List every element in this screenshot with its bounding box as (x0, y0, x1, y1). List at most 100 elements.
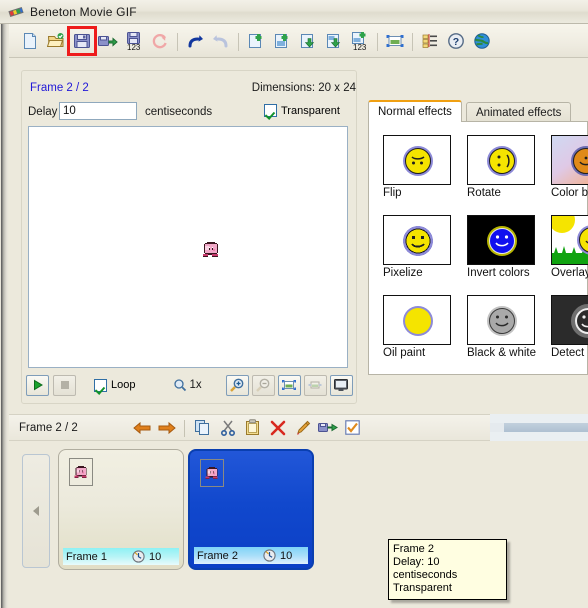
tab-label: Normal effects (378, 106, 452, 118)
open-file-button[interactable] (43, 28, 69, 54)
redo-arrow-icon (213, 34, 228, 47)
dimensions-label: Dimensions: 20 x 24 (251, 82, 356, 94)
cut-frame-button[interactable] (215, 417, 240, 439)
play-icon (33, 379, 43, 391)
properties-button[interactable] (417, 28, 443, 54)
image-plus-123-icon: 123 (352, 31, 367, 51)
next-frame-button[interactable] (154, 417, 179, 439)
save-as-button[interactable] (95, 28, 121, 54)
filmstrip-scroll-left-button[interactable] (22, 454, 50, 568)
globe-icon (474, 32, 490, 49)
resize-canvas-button[interactable] (382, 28, 408, 54)
scrollbar-thumb[interactable] (504, 423, 588, 432)
effect-label: Color b (551, 187, 588, 199)
effect-item-color-balance[interactable]: Color b (551, 135, 588, 199)
effect-label: Flip (383, 187, 402, 199)
filmstrip-frame-card[interactable]: Frame 2 10 (188, 449, 314, 570)
toolbar-separator-4 (408, 31, 417, 51)
effect-preview (551, 135, 588, 185)
tab-normal-effects[interactable]: Normal effects (368, 100, 462, 122)
website-button[interactable] (469, 28, 495, 54)
red-x-icon (270, 420, 285, 435)
frame-caption: Frame 2 10 (194, 547, 308, 564)
toolbar-separator-1 (173, 31, 182, 51)
filmstrip-frame-card[interactable]: Frame 1 10 (58, 449, 184, 570)
effect-item-black-white[interactable]: Black & white (467, 295, 537, 359)
frame-tooltip: Frame 2 Delay: 10 centiseconds Transpare… (388, 539, 507, 600)
fit-image-button[interactable] (277, 374, 301, 396)
effect-item-overlay[interactable]: Overlay (551, 215, 588, 279)
prev-frame-button[interactable] (129, 417, 154, 439)
transparent-checkbox[interactable] (264, 104, 277, 117)
preview-canvas[interactable] (28, 126, 348, 368)
delay-input[interactable] (59, 102, 137, 120)
effect-item-pixelize[interactable]: Pixelize (383, 215, 451, 279)
window-title: Beneton Movie GIF (30, 4, 137, 19)
tab-animated-effects[interactable]: Animated effects (465, 102, 572, 122)
save-file-button[interactable] (67, 25, 97, 56)
loop-checkbox[interactable] (94, 378, 107, 392)
insert-image-frame-button[interactable] (269, 28, 295, 54)
paste-frame-button[interactable] (240, 417, 265, 439)
export-frames-numbered-button[interactable]: 123 (347, 28, 373, 54)
window-left-edge (0, 0, 9, 608)
edit-frame-button[interactable] (290, 417, 315, 439)
effect-item-oil-paint[interactable]: Oil paint (383, 295, 451, 359)
scissors-icon (220, 420, 235, 436)
insert-blank-frame-button[interactable] (243, 28, 269, 54)
main-toolbar: 123 123 ? (9, 24, 588, 58)
undo-button[interactable] (182, 28, 208, 54)
zoom-indicator-icon (171, 375, 189, 396)
zoom-in-icon (230, 378, 244, 392)
effect-item-flip[interactable]: Flip (383, 135, 451, 199)
export-frame-button[interactable] (295, 28, 321, 54)
transparent-checkbox-row[interactable]: Transparent (264, 104, 340, 117)
zoom-in-button[interactable] (225, 374, 249, 396)
move-frame-button[interactable] (315, 417, 340, 439)
player-toolbar: Loop 1x (26, 373, 353, 397)
floppy-arrow-icon (98, 35, 118, 47)
fit-window-button[interactable] (303, 374, 327, 396)
export-image-button[interactable] (321, 28, 347, 54)
redo-button[interactable] (208, 28, 234, 54)
effect-label: Detect (551, 347, 585, 359)
question-mark-icon: ? (448, 32, 464, 49)
effect-item-detect-edges[interactable]: Detect (551, 295, 588, 359)
title-bar: Beneton Movie GIF (0, 0, 588, 24)
play-button[interactable] (26, 374, 49, 396)
tab-label: Animated effects (475, 106, 562, 119)
effect-label: Black & white (467, 347, 537, 359)
new-file-button[interactable] (17, 28, 43, 54)
filmstrip-horizontal-scrollbar[interactable] (490, 414, 588, 441)
select-frame-button[interactable] (340, 417, 365, 439)
open-folder-icon (47, 32, 64, 47)
effect-label: Rotate (467, 187, 501, 199)
floppy-arrow-green-icon (317, 423, 338, 432)
copy-frame-button[interactable] (190, 417, 215, 439)
full-screen-button[interactable] (329, 374, 353, 396)
effects-tabstrip: Normal effects Animated effects (368, 100, 572, 122)
effect-item-invert-colors[interactable]: Invert colors (467, 215, 535, 279)
svg-text:?: ? (453, 36, 459, 48)
save-frames-button[interactable]: 123 (121, 28, 147, 54)
effect-label: Oil paint (383, 347, 426, 359)
refresh-button[interactable] (147, 28, 173, 54)
stop-button[interactable] (53, 374, 76, 396)
zoom-level-label: 1x (189, 379, 202, 391)
svg-text:123: 123 (127, 43, 141, 51)
kirby-sprite (203, 242, 218, 257)
zoom-out-button[interactable] (251, 374, 275, 396)
effect-item-rotate[interactable]: Rotate (467, 135, 535, 199)
image-plus-icon (275, 33, 288, 48)
image-down-arrow-icon (327, 33, 341, 48)
undo-arrow-icon (188, 34, 203, 47)
help-button[interactable]: ? (443, 28, 469, 54)
refresh-circular-icon (152, 33, 167, 48)
frame-delay-label: 10 (149, 550, 162, 563)
loop-checkbox-row[interactable]: Loop (94, 378, 136, 392)
centiseconds-label: centiseconds (145, 106, 213, 118)
clipboard-icon (246, 419, 259, 435)
delete-frame-button[interactable] (265, 417, 290, 439)
loop-label: Loop (111, 379, 136, 391)
tooltip-line-delay: Delay: 10 centiseconds (393, 556, 458, 581)
